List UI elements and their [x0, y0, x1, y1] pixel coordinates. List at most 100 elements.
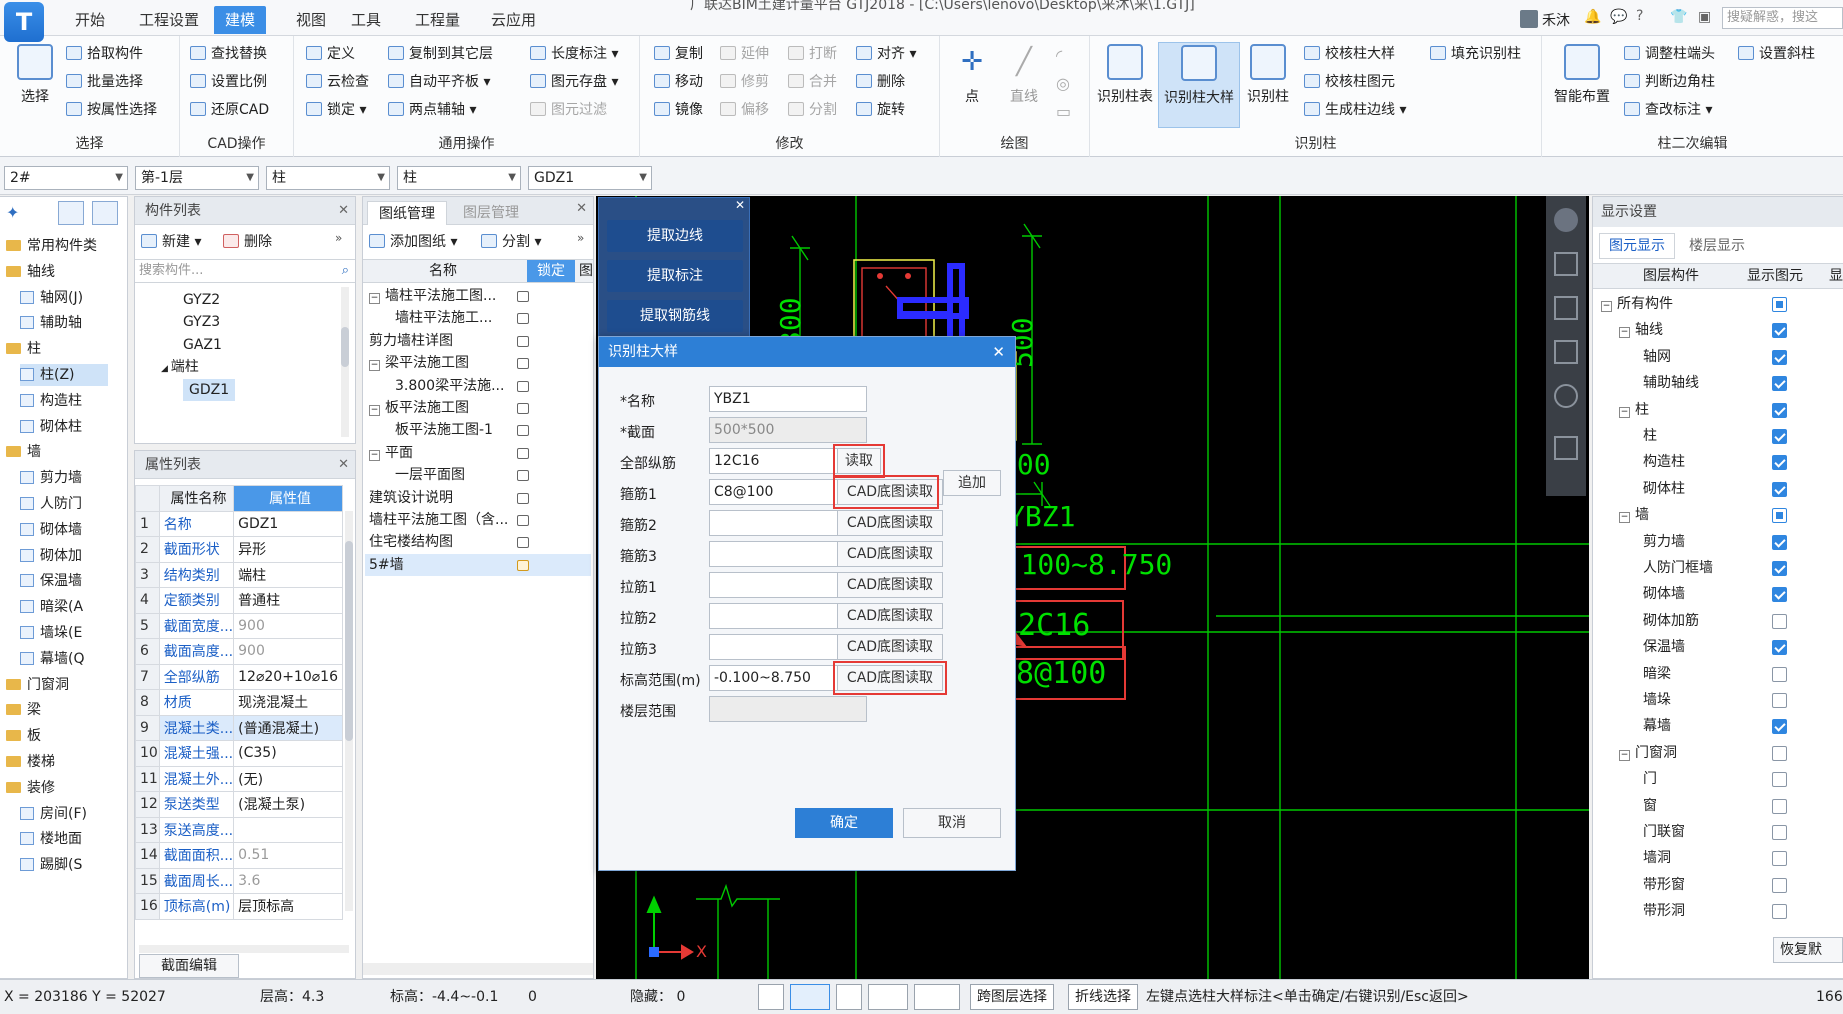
display-row[interactable]: 保温墙 [1593, 634, 1843, 660]
display-row[interactable]: − 轴线 [1593, 317, 1843, 343]
property-value[interactable]: 层顶标高 [233, 893, 343, 920]
display-row[interactable]: 墙洞 [1593, 845, 1843, 871]
collapse-toggle-icon[interactable]: − [369, 449, 380, 461]
property-row[interactable]: 12 泵送类型 (混凝土泵) [135, 791, 343, 818]
property-row[interactable]: 3 结构类别 端柱 [135, 561, 343, 588]
property-row[interactable]: 5 截面宽度... 900 [135, 612, 343, 639]
show-checkbox[interactable] [1772, 719, 1787, 735]
show-checkbox[interactable] [1772, 349, 1787, 365]
lock-button[interactable]: 锁定 ▾ [306, 98, 366, 122]
show-checkbox[interactable] [1772, 534, 1787, 550]
drawing-row[interactable]: 一层平面图 [365, 464, 591, 486]
pin-icon[interactable]: ✦ [6, 203, 19, 222]
move-button[interactable]: 移动 [654, 70, 703, 94]
cross-layer-select-button[interactable]: 跨图层选择 [970, 984, 1054, 1010]
show-checkbox[interactable] [1772, 402, 1787, 418]
unlock-icon[interactable] [517, 559, 529, 571]
adjust-end-button[interactable]: 调整柱端头 [1624, 42, 1715, 66]
element-filter-button[interactable]: 图元过滤 [530, 98, 607, 122]
menu-tab-2[interactable]: 建模 [214, 6, 267, 34]
menu-tab-3[interactable]: 视图 [285, 6, 337, 34]
check-detail-button[interactable]: 校核柱大样 [1304, 42, 1395, 66]
h-scrollbar[interactable] [363, 963, 593, 975]
shirt-icon[interactable]: 👕 [1670, 9, 1687, 25]
nav-item[interactable]: 剪力墙 [20, 467, 82, 489]
property-value[interactable]: 0.51 [233, 842, 343, 869]
close-icon[interactable]: ✕ [735, 198, 745, 212]
globe-icon[interactable] [1554, 208, 1578, 232]
cad-read-button[interactable]: CAD底图读取 [837, 634, 943, 660]
component-group[interactable]: ◢ 端柱 [161, 356, 199, 378]
property-row[interactable]: 2 截面形状 异形 [135, 536, 343, 563]
nav-item[interactable]: 梁 [6, 699, 41, 721]
nav-item[interactable]: 装修 [6, 777, 55, 799]
add-drawing-button[interactable]: 添加图纸 ▾ [369, 231, 457, 251]
align-button[interactable]: 对齐 ▾ [856, 42, 916, 66]
judge-corner-button[interactable]: 判断边角柱 [1624, 70, 1715, 94]
user-name[interactable]: 禾沐 [1542, 10, 1570, 30]
collapse-toggle-icon[interactable]: − [1619, 749, 1630, 761]
display-row[interactable]: 辅助轴线 [1593, 370, 1843, 396]
cross-icon[interactable] [836, 984, 862, 1010]
nav-item[interactable]: 人防门 [20, 493, 82, 515]
group-label-select[interactable]: 选择 [0, 133, 179, 153]
nav-item[interactable]: 楼地面 [20, 828, 82, 850]
show-checkbox[interactable] [1772, 693, 1787, 708]
smart-layout-button[interactable]: 智能布置 [1550, 44, 1614, 128]
search-input[interactable]: 搜疑解惑，搜这 [1722, 7, 1843, 29]
lock-icon[interactable] [517, 492, 529, 504]
component-select[interactable]: GDZ1 ▼ [528, 166, 652, 190]
rotate-view-icon[interactable] [1554, 384, 1578, 408]
group-label-modify[interactable]: 修改 [640, 133, 939, 153]
display-row[interactable]: 暗梁 [1593, 661, 1843, 687]
nav-item[interactable]: 房间(F) [20, 803, 87, 825]
property-value[interactable]: 普通柱 [233, 587, 343, 614]
property-value[interactable]: GDZ1 [233, 510, 343, 537]
more-icon[interactable]: » [335, 231, 342, 245]
define-button[interactable]: 定义 [306, 42, 355, 66]
h-scrollbar[interactable] [139, 945, 349, 953]
show-checkbox[interactable] [1772, 798, 1787, 814]
display-row[interactable]: 构造柱 [1593, 449, 1843, 475]
extract-rebar-button[interactable]: 提取钢筋线 [607, 300, 743, 332]
select-by-attr-button[interactable]: 按属性选择 [66, 98, 157, 122]
building-select[interactable]: 2# ▼ [4, 166, 128, 190]
split-button[interactable]: 分割 [788, 98, 837, 122]
delete-button[interactable]: 删除 [856, 70, 905, 94]
component-item[interactable]: GYZ3 [183, 311, 220, 333]
property-row[interactable]: 8 材质 现浇混凝土 [135, 689, 343, 716]
nav-item[interactable]: 柱(Z) [20, 364, 108, 386]
scrollbar[interactable] [345, 511, 353, 911]
layers-icon[interactable] [1554, 436, 1578, 460]
show-checkbox[interactable] [1772, 297, 1787, 312]
tab-element-display[interactable]: 图元显示 [1599, 233, 1675, 259]
property-row[interactable]: 4 定额类别 普通柱 [135, 587, 343, 614]
close-icon[interactable]: ✕ [992, 337, 1005, 367]
collapse-toggle-icon[interactable]: − [369, 405, 380, 416]
fill-recog-button[interactable]: 填充识别柱 [1430, 42, 1521, 66]
drawing-row[interactable]: 住宅楼结构图 [365, 531, 591, 553]
group-label-common[interactable]: 通用操作 [294, 133, 639, 153]
property-value[interactable]: 900 [233, 612, 343, 639]
lock-icon[interactable] [517, 425, 529, 437]
nav-item[interactable]: 砌体加 [20, 545, 82, 567]
nav-item[interactable]: 墙垛(E [20, 622, 82, 644]
drawing-row[interactable]: 3.800梁平法施... [365, 375, 591, 397]
bell-icon[interactable]: 🔔 [1584, 9, 1601, 25]
component-item[interactable]: GYZ2 [183, 289, 220, 311]
menu-tab-0[interactable]: 开始 [64, 6, 116, 34]
split-drawing-button[interactable]: 分割 ▾ [481, 231, 541, 251]
property-row[interactable]: 13 泵送高度... [135, 816, 343, 843]
lock-icon[interactable] [517, 313, 529, 325]
batch-select-button[interactable]: 批量选择 [66, 70, 143, 94]
collapse-arrow-icon[interactable]: ◢ [161, 364, 171, 374]
property-value[interactable]: 端柱 [233, 561, 343, 588]
display-row[interactable]: − 墙 [1593, 502, 1843, 528]
display-row[interactable]: 门联窗 [1593, 819, 1843, 845]
element-save-button[interactable]: 图元存盘 ▾ [530, 70, 618, 94]
close-icon[interactable]: ✕ [576, 201, 587, 216]
cancel-button[interactable]: 取消 [903, 808, 1001, 838]
show-checkbox[interactable] [1772, 376, 1787, 392]
cad-read-button[interactable]: CAD底图读取 [837, 603, 943, 629]
component-item[interactable]: GAZ1 [183, 334, 222, 356]
